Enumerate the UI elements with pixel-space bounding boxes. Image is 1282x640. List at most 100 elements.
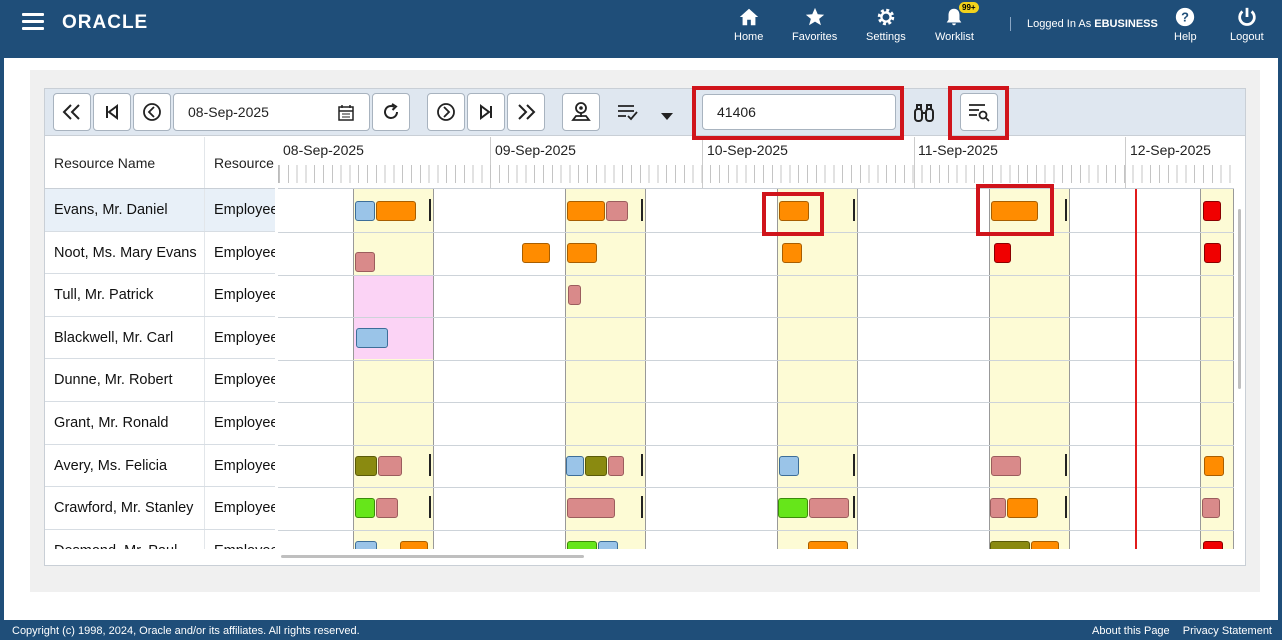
nav-settings[interactable]: Settings <box>866 6 906 43</box>
previous-button[interactable] <box>93 93 131 131</box>
privacy-link[interactable]: Privacy Statement <box>1183 625 1272 637</box>
svg-text:?: ? <box>1181 10 1189 25</box>
date-header: 08-Sep-2025 <box>283 142 364 158</box>
map-pin-icon <box>571 102 591 121</box>
resource-type: Employee <box>205 530 275 549</box>
task-bar[interactable] <box>566 456 584 476</box>
task-bar[interactable] <box>1031 541 1059 549</box>
resource-name: Avery, Ms. Felicia <box>45 444 205 487</box>
task-bar[interactable] <box>355 498 375 518</box>
shift-marker <box>641 199 643 221</box>
task-bar[interactable] <box>608 456 624 476</box>
task-bar[interactable] <box>567 201 605 221</box>
resource-row[interactable]: Desmond, Mr. PaulEmployee <box>45 529 275 549</box>
shift-marker <box>1065 496 1067 518</box>
resource-row[interactable]: Avery, Ms. Felicia Employee <box>45 444 275 488</box>
binoculars-icon[interactable] <box>913 103 935 128</box>
resource-type: Employee <box>214 244 275 261</box>
nav-logout[interactable]: Logout <box>1230 6 1264 43</box>
vertical-scrollbar[interactable] <box>1238 209 1241 389</box>
first-period-button[interactable] <box>53 93 91 131</box>
nav-settings-label: Settings <box>866 31 906 43</box>
task-bar[interactable] <box>567 243 597 263</box>
scheduler-panel: 08-Sep-2025 41406 Resource Name Resource… <box>30 70 1260 592</box>
skip-back-icon <box>106 104 118 120</box>
task-bar[interactable] <box>1204 243 1221 263</box>
shift-marker <box>641 454 643 476</box>
resource-row[interactable]: Blackwell, Mr. Carl Employee <box>45 316 275 360</box>
logged-prefix: Logged In As <box>1027 18 1095 30</box>
task-bar[interactable] <box>990 498 1006 518</box>
shift-marker <box>641 496 643 518</box>
task-bar[interactable] <box>400 541 428 549</box>
resource-row[interactable]: Noot, Ms. Mary Evans Employee <box>45 231 275 275</box>
next-day-button[interactable] <box>427 93 465 131</box>
task-bar[interactable] <box>606 201 628 221</box>
col-resource-name[interactable]: Resource Name <box>45 137 205 188</box>
task-bar[interactable] <box>376 201 416 221</box>
task-bar[interactable] <box>355 541 377 549</box>
resource-row[interactable]: Tull, Mr. Patrick Employee <box>45 274 275 317</box>
nav-help[interactable]: ? Help <box>1174 6 1197 43</box>
task-bar[interactable] <box>378 456 402 476</box>
task-bar[interactable] <box>522 243 550 263</box>
refresh-button[interactable] <box>372 93 410 131</box>
task-bar[interactable] <box>1202 498 1220 518</box>
task-bar[interactable] <box>355 201 375 221</box>
nav-worklist-label: Worklist <box>935 31 974 43</box>
row-divider <box>278 360 1234 361</box>
task-bar[interactable] <box>994 243 1011 263</box>
task-bar[interactable] <box>778 498 808 518</box>
nav-home[interactable]: Home <box>734 6 763 43</box>
chevron-down-icon[interactable] <box>661 108 673 126</box>
menu-icon[interactable] <box>22 13 44 31</box>
shift-marker <box>853 496 855 518</box>
task-bar[interactable] <box>990 541 1030 549</box>
row-divider <box>278 317 1234 318</box>
current-time-line <box>1135 189 1137 549</box>
next-button[interactable] <box>467 93 505 131</box>
list-check-icon[interactable] <box>617 103 639 126</box>
resource-row[interactable]: Dunne, Mr. Robert Employee <box>45 359 275 402</box>
about-link[interactable]: About this Page <box>1092 625 1170 637</box>
resource-row[interactable]: Crawford, Mr. Stanley Employee <box>45 487 275 530</box>
highlight-search-box <box>692 86 904 140</box>
locate-button[interactable] <box>562 93 600 131</box>
nav-home-label: Home <box>734 31 764 43</box>
task-bar[interactable] <box>809 498 849 518</box>
last-period-button[interactable] <box>507 93 545 131</box>
task-bar[interactable] <box>355 456 377 476</box>
shift-marker <box>429 454 431 476</box>
task-bar[interactable] <box>808 541 848 549</box>
nav-worklist[interactable]: 99+ Worklist <box>935 2 979 43</box>
resource-name: Noot, Ms. Mary Evans <box>45 231 205 274</box>
resource-list-header: Resource Name Resource <box>45 137 275 189</box>
date-field[interactable]: 08-Sep-2025 <box>173 93 370 131</box>
nav-favorites[interactable]: Favorites <box>792 6 837 43</box>
task-bar[interactable] <box>1203 201 1221 221</box>
task-bar[interactable] <box>356 328 388 348</box>
calendar-icon[interactable] <box>337 104 355 122</box>
resource-row[interactable]: Grant, Mr. Ronald Employee <box>45 401 275 445</box>
previous-day-button[interactable] <box>133 93 171 131</box>
task-bar[interactable] <box>568 285 581 305</box>
task-bar[interactable] <box>782 243 802 263</box>
task-bar[interactable] <box>355 252 375 272</box>
resource-list: Resource Name Resource Evans, Mr. Daniel… <box>45 137 275 549</box>
task-bar[interactable] <box>1007 498 1038 518</box>
logged-user: EBUSINESS <box>1094 18 1158 30</box>
task-bar[interactable] <box>585 456 607 476</box>
task-bar[interactable] <box>1204 456 1224 476</box>
task-bar[interactable] <box>991 456 1021 476</box>
resource-row[interactable]: Evans, Mr. Daniel Employee <box>45 189 275 232</box>
task-bar[interactable] <box>567 541 597 549</box>
workday-band <box>353 189 434 549</box>
task-bar[interactable] <box>376 498 398 518</box>
col-resource-type[interactable]: Resource <box>205 137 275 188</box>
circle-right-icon <box>437 103 455 121</box>
horizontal-scrollbar[interactable] <box>281 555 584 558</box>
task-bar[interactable] <box>567 498 615 518</box>
task-bar[interactable] <box>598 541 618 549</box>
task-bar[interactable] <box>1203 541 1223 549</box>
task-bar[interactable] <box>779 456 799 476</box>
